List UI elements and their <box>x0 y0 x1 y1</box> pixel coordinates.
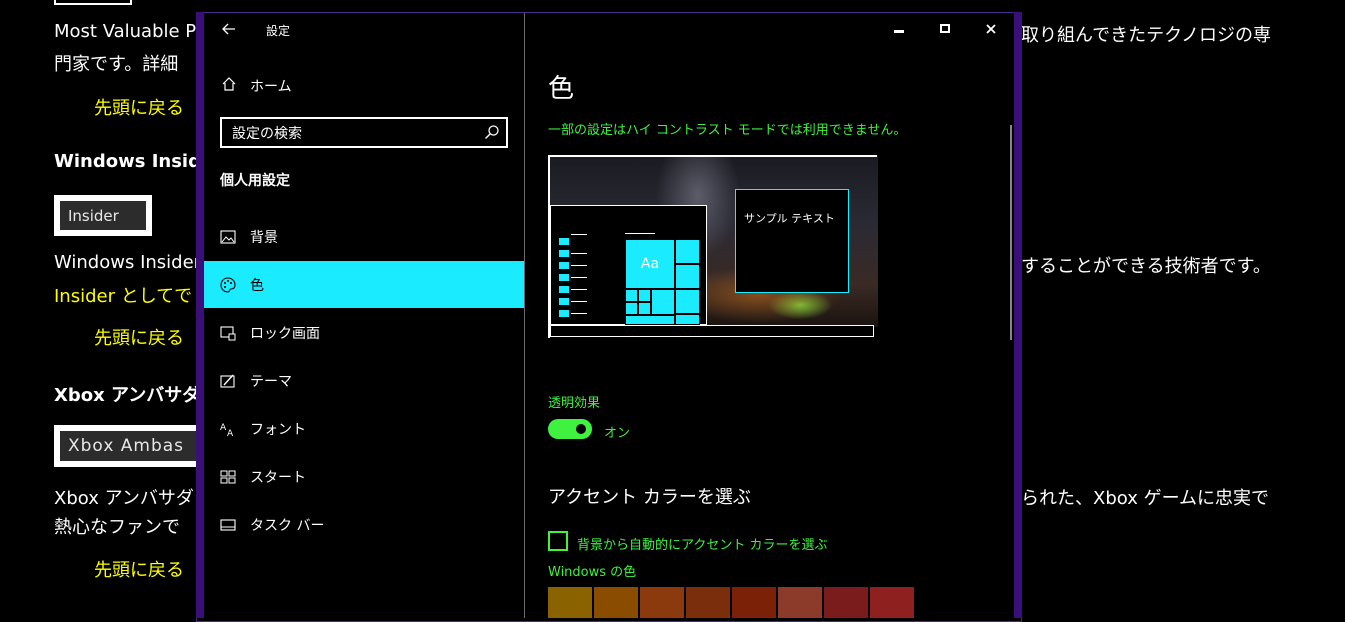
palette-icon <box>220 276 236 293</box>
badge-fragment <box>54 0 132 5</box>
insider-text-right: することができる技術者です。 <box>1021 256 1271 277</box>
high-contrast-note: 一部の設定はハイ コントラスト モードでは利用できません。 <box>548 123 907 138</box>
back-to-top-link-1[interactable]: 先頭に戻る <box>94 94 184 120</box>
transparency-toggle[interactable] <box>548 419 592 439</box>
nav-home[interactable]: ホーム <box>218 74 508 98</box>
nav-item-label: 背景 <box>250 229 278 246</box>
search-placeholder: 設定の検索 <box>232 125 302 142</box>
color-preview: Aa サンプル テキスト <box>548 155 878 339</box>
nav-item-background[interactable]: 背景 <box>204 213 524 260</box>
nav-item-fonts[interactable]: AA フォント <box>204 405 524 452</box>
nav-item-themes[interactable]: テーマ <box>204 357 524 404</box>
xbox-text-left: Xbox アンバサダ <box>54 488 194 509</box>
nav-divider <box>524 13 525 618</box>
lock-screen-icon <box>220 325 236 341</box>
window-title: 設定 <box>266 24 291 38</box>
font-icon: AA <box>220 421 236 437</box>
close-button[interactable] <box>968 14 1014 44</box>
color-swatch[interactable] <box>686 587 730 618</box>
color-swatch[interactable] <box>824 587 868 618</box>
theme-icon <box>220 373 236 389</box>
xbox-heading: Xbox アンバサダ <box>54 385 201 406</box>
nav-section-title: 個人用設定 <box>220 173 290 189</box>
nav-item-colors[interactable]: 色 <box>204 261 524 308</box>
color-swatch[interactable] <box>548 587 592 618</box>
xbox-text-line2: 熱心なファンで <box>54 517 180 538</box>
xbox-text-right: られた、Xbox ゲームに忠実で <box>1021 488 1270 509</box>
nav-item-label: ロック画面 <box>250 325 320 342</box>
insider-text-left: Windows Insider <box>54 252 202 273</box>
insider-badge-text: Insider <box>60 201 146 230</box>
mvp-text-line1-right: 取り組んできたテクノロジの専 <box>1021 25 1272 46</box>
nav-item-label: テーマ <box>250 373 292 390</box>
mvp-text-line2: 門家です。詳細 <box>54 54 179 75</box>
minimize-button[interactable] <box>876 14 922 44</box>
svg-text:A: A <box>227 429 234 437</box>
toggle-knob <box>576 424 586 434</box>
window-frame-left <box>196 12 204 618</box>
insider-text-line2[interactable]: Insider としてで <box>54 282 192 308</box>
taskbar-icon <box>220 517 236 533</box>
close-icon <box>986 24 996 34</box>
back-arrow-icon <box>222 23 235 35</box>
maximize-icon <box>940 24 950 33</box>
settings-search-input[interactable]: 設定の検索 <box>220 117 508 148</box>
back-button[interactable] <box>218 18 240 40</box>
maximize-button[interactable] <box>922 14 968 44</box>
content-scrollbar[interactable] <box>1010 125 1012 340</box>
search-icon[interactable] <box>484 124 500 140</box>
xbox-badge: Xbox Ambas <box>54 425 202 467</box>
insider-heading: Windows Inside <box>54 151 214 172</box>
color-swatch[interactable] <box>778 587 822 618</box>
nav-item-taskbar[interactable]: タスク バー <box>204 501 524 548</box>
nav-item-lock-screen[interactable]: ロック画面 <box>204 309 524 356</box>
back-to-top-link-3[interactable]: 先頭に戻る <box>94 556 184 582</box>
window-frame-right <box>1014 12 1022 618</box>
home-icon <box>218 76 240 96</box>
auto-accent-checkbox[interactable] <box>548 531 568 551</box>
minimize-icon <box>894 30 904 33</box>
color-swatch[interactable] <box>870 587 914 618</box>
nav-item-label: スタート <box>250 469 306 486</box>
xbox-badge-text: Xbox Ambas <box>60 431 196 461</box>
nav-item-label: タスク バー <box>250 517 325 534</box>
color-swatch[interactable] <box>594 587 638 618</box>
back-to-top-link-2[interactable]: 先頭に戻る <box>94 324 184 350</box>
page-title: 色 <box>548 74 575 104</box>
windows-colors-label: Windows の色 <box>548 565 637 580</box>
start-icon <box>220 469 236 485</box>
picture-icon <box>220 229 236 245</box>
insider-badge: Insider <box>54 195 152 236</box>
accent-color-heading: アクセント カラーを選ぶ <box>548 487 751 508</box>
color-swatch[interactable] <box>732 587 776 618</box>
mvp-text-line1: Most Valuable Pr <box>54 21 204 42</box>
nav-item-start[interactable]: スタート <box>204 453 524 500</box>
nav-item-label: 色 <box>250 277 264 294</box>
transparency-state: オン <box>604 426 631 441</box>
auto-accent-label[interactable]: 背景から自動的にアクセント カラーを選ぶ <box>577 534 827 553</box>
nav-item-label: フォント <box>250 421 306 438</box>
transparency-label: 透明効果 <box>548 396 601 411</box>
color-swatch[interactable] <box>640 587 684 618</box>
svg-text:A: A <box>220 423 227 433</box>
nav-home-label: ホーム <box>250 79 292 95</box>
